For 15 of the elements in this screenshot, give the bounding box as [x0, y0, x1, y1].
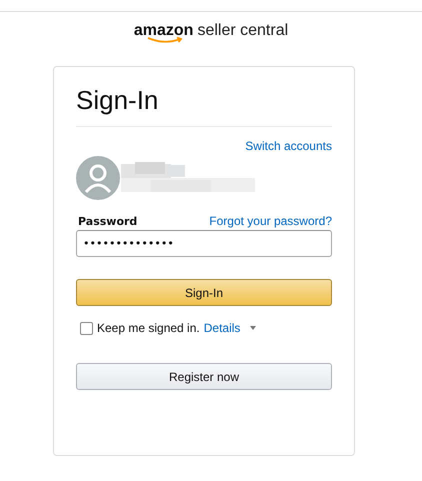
- logo-product: seller central: [197, 22, 288, 40]
- sign-in-title: Sign-In: [76, 84, 160, 117]
- switch-accounts-link[interactable]: Switch accounts: [245, 139, 332, 153]
- keep-signed-in-label: Keep me signed in.: [97, 321, 200, 335]
- password-label: Password: [77, 215, 138, 228]
- forgot-password-link[interactable]: Forgot your password?: [209, 214, 332, 228]
- avatar-icon: [76, 156, 120, 200]
- caret-icon: [250, 326, 256, 330]
- logo-brand: amazon: [134, 22, 194, 40]
- sign-in-button[interactable]: Sign-In: [76, 279, 332, 306]
- register-button[interactable]: Register now: [76, 363, 332, 390]
- password-field[interactable]: ••••••••••••••: [76, 230, 332, 257]
- keep-signed-in-checkbox[interactable]: [80, 322, 93, 334]
- details-link[interactable]: Details: [204, 321, 240, 335]
- smile-icon: [146, 37, 185, 44]
